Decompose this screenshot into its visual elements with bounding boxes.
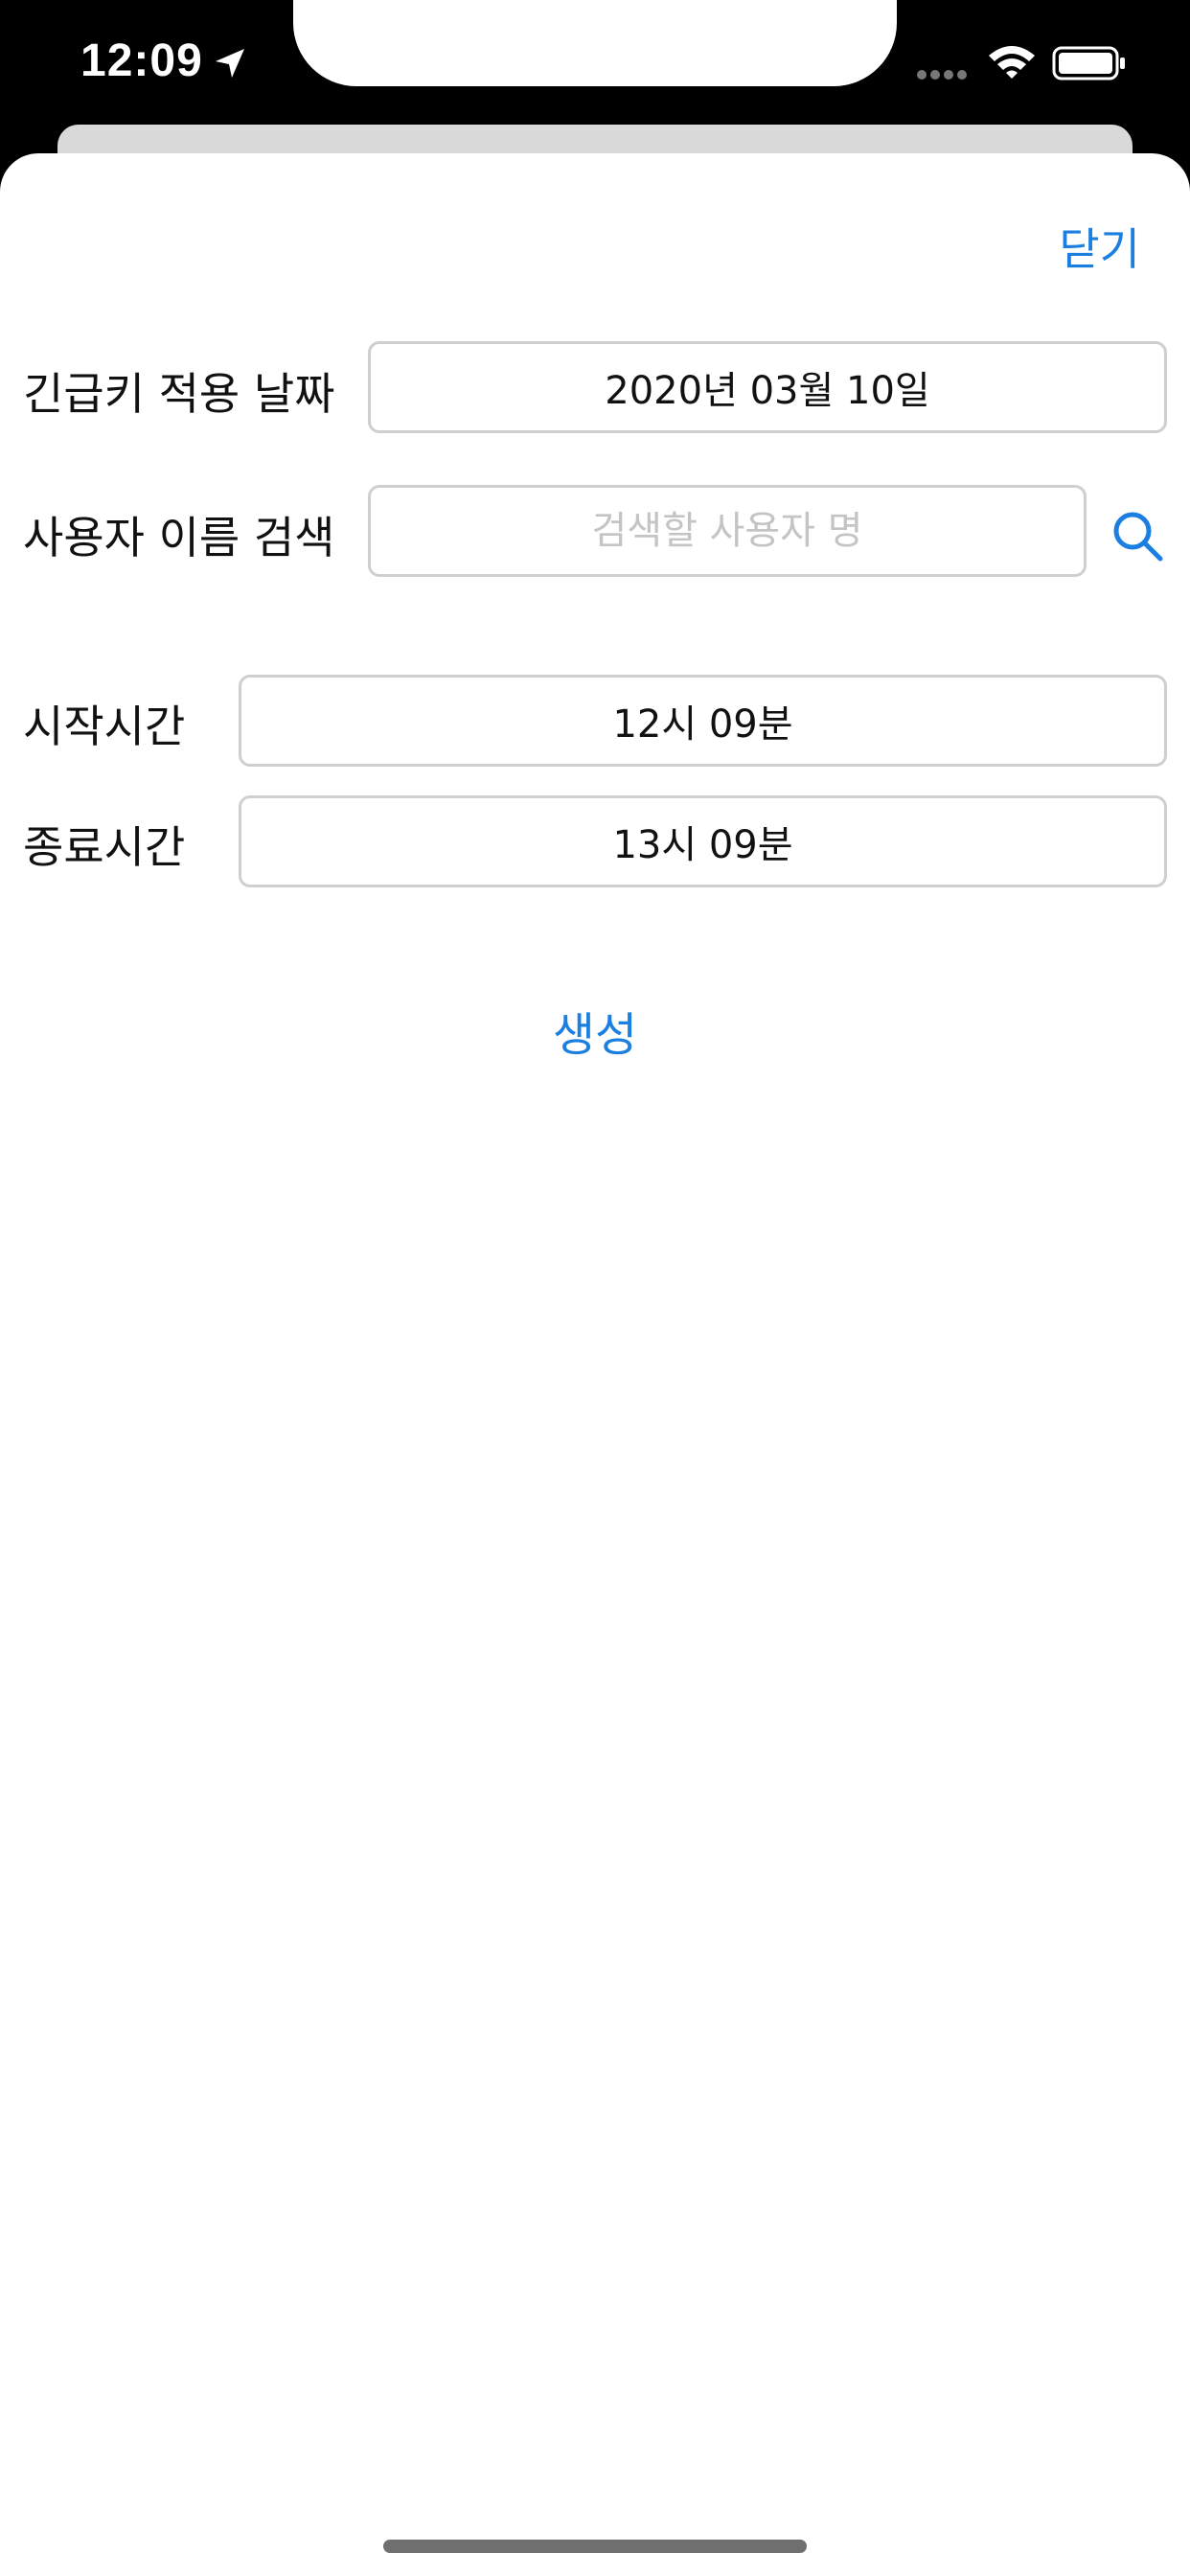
device-notch [293, 0, 897, 86]
date-field[interactable]: 2020년 03월 10일 [368, 341, 1167, 433]
modal-sheet: 닫기 긴급키 적용 날짜 2020년 03월 10일 사용자 이름 검색 시작시… [0, 153, 1190, 2576]
status-time: 12:09 [80, 35, 203, 86]
search-button[interactable] [1111, 510, 1165, 564]
screen: 12:09 닫기 긴급키 적용 날짜 2020년 03월 10일 사용자 이름 … [0, 0, 1190, 2576]
user-search-label: 사용자 이름 검색 [23, 512, 335, 564]
start-time-value: 12시 09분 [612, 702, 793, 747]
search-icon [1113, 512, 1163, 562]
user-search-field[interactable] [368, 485, 1087, 577]
home-indicator[interactable] [383, 2540, 807, 2553]
signal-dots-icon [917, 70, 967, 80]
create-button[interactable]: 생성 [0, 997, 1190, 1064]
date-label: 긴급키 적용 날짜 [23, 368, 335, 420]
close-button[interactable]: 닫기 [1059, 215, 1140, 278]
start-time-field[interactable]: 12시 09분 [239, 675, 1167, 767]
user-search-input[interactable] [371, 487, 1084, 575]
start-time-label: 시작시간 [23, 701, 186, 752]
battery-icon [1052, 46, 1125, 80]
wifi-icon [989, 46, 1035, 79]
location-arrow-icon [216, 49, 244, 78]
end-time-value: 13시 09분 [612, 823, 793, 867]
end-time-field[interactable]: 13시 09분 [239, 795, 1167, 887]
date-value: 2020년 03월 10일 [605, 369, 930, 413]
end-time-label: 종료시간 [23, 821, 186, 873]
